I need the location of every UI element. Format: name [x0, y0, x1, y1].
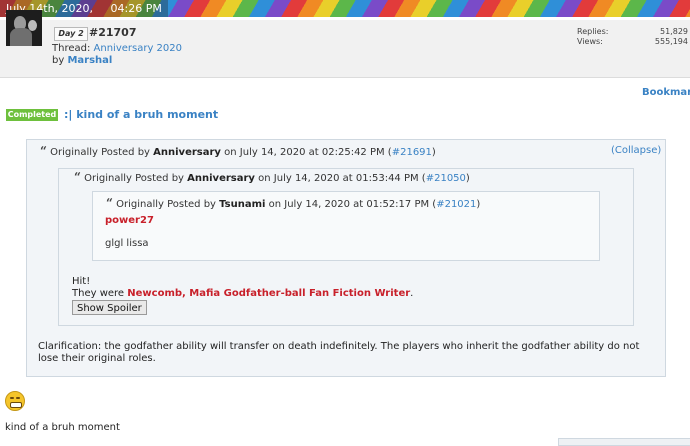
by-prefix: by: [52, 55, 65, 66]
quote-icon: “: [74, 170, 81, 184]
quote-prefix: Originally Posted by: [84, 173, 184, 184]
day-badge: Day 2: [54, 27, 88, 41]
role-prefix: They were: [72, 288, 125, 299]
next-post-box: [558, 438, 690, 446]
replies-value: 51,829: [660, 27, 688, 36]
quote-date: on July 14, 2020 at 02:25:42 PM (: [224, 147, 392, 158]
quote-icon: “: [40, 144, 47, 158]
post-time: 04:26 PM: [110, 2, 162, 15]
quote-date: on July 14, 2020 at 01:52:17 PM (: [268, 199, 437, 210]
quote-middle-header: “ Originally Posted by Anniversary on Ju…: [74, 170, 470, 184]
quote-close-paren: ): [476, 199, 481, 210]
quote-inner-body: glgl lissa: [105, 238, 149, 249]
post-body-text: kind of a bruh moment: [5, 422, 120, 433]
author-link[interactable]: Marshal: [67, 55, 112, 66]
quote-post-link[interactable]: #21691: [392, 147, 432, 158]
quote-icon: “: [106, 196, 113, 210]
post-title[interactable]: :| kind of a bruh moment: [64, 108, 218, 121]
quote-post-link[interactable]: #21050: [426, 173, 466, 184]
quote-author[interactable]: Anniversary: [153, 147, 221, 158]
show-spoiler-button[interactable]: Show Spoiler: [72, 300, 147, 315]
quote-author[interactable]: Anniversary: [187, 173, 255, 184]
views-value: 555,194: [654, 37, 688, 46]
role-suffix: .: [410, 288, 414, 299]
role-reveal: They were Newcomb, Mafia Godfather-ball …: [72, 288, 413, 299]
quote-prefix: Originally Posted by: [116, 199, 216, 210]
quote-close-paren: ): [431, 147, 436, 158]
quote-inner-header: “ Originally Posted by Tsunami on July 1…: [106, 196, 480, 210]
quote-post-link[interactable]: #21021: [436, 199, 476, 210]
clarification-text: Clarification: the godfather ability wil…: [38, 341, 640, 364]
role-name: Newcomb, Mafia Godfather-ball Fan Fictio…: [127, 288, 411, 299]
quote-date: on July 14, 2020 at 01:53:44 PM (: [258, 173, 426, 184]
quote-outer-header: “ Originally Posted by Anniversary on Ju…: [40, 144, 436, 158]
author-line: by Marshal: [52, 55, 112, 66]
hit-text: Hit!: [72, 276, 91, 287]
thread-line: Thread: Anniversary 2020: [52, 43, 182, 54]
replies-label: Replies:: [577, 27, 609, 36]
collapse-link[interactable]: (Collapse): [611, 145, 661, 156]
views-label: Views:: [577, 37, 603, 46]
avatar[interactable]: [6, 10, 42, 46]
thread-prefix: Thread:: [52, 43, 91, 54]
grimace-emoji-icon: [5, 391, 25, 411]
quote-prefix: Originally Posted by: [50, 147, 150, 158]
quote-close-paren: ): [465, 173, 470, 184]
quote-author[interactable]: Tsunami: [219, 199, 265, 210]
player-name-red: power27: [105, 215, 154, 226]
post-number[interactable]: #21707: [89, 26, 137, 39]
thread-link[interactable]: Anniversary 2020: [94, 43, 182, 54]
bookmark-link[interactable]: Bookmark: [642, 87, 690, 98]
completed-badge: Completed: [6, 109, 58, 121]
